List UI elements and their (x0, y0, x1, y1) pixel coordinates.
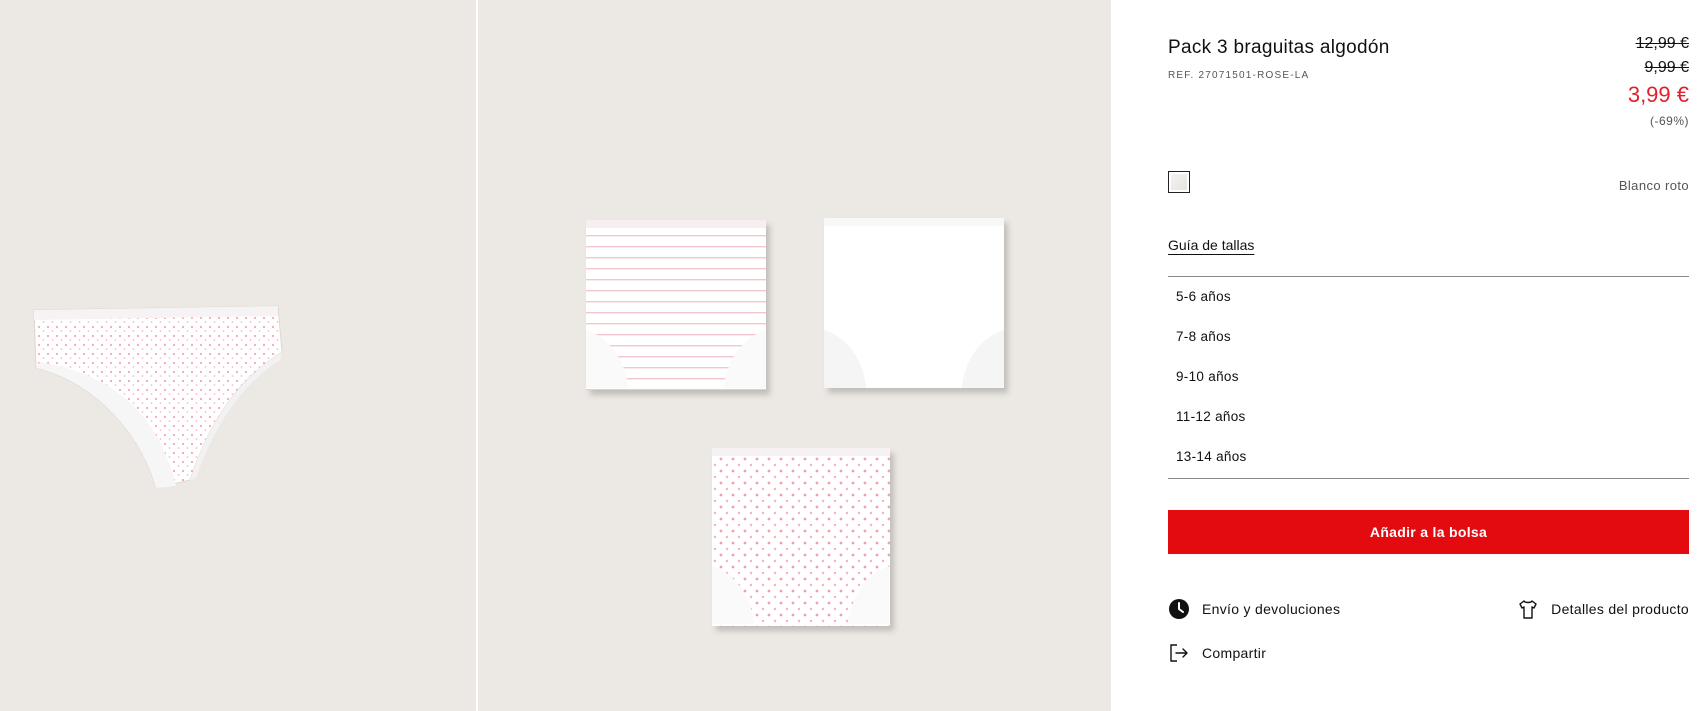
size-option[interactable]: 5-6 años (1168, 277, 1689, 317)
share-link[interactable]: Compartir (1168, 642, 1266, 664)
color-swatch[interactable] (1168, 171, 1190, 193)
share-icon (1168, 642, 1190, 664)
clock-icon (1168, 598, 1190, 620)
original-price: 12,99 € (1635, 35, 1689, 52)
discount-percent: (-69%) (1649, 114, 1689, 128)
size-guide-link[interactable]: Guía de tallas (1168, 237, 1254, 253)
shipping-returns-link[interactable]: Envío y devoluciones (1168, 598, 1340, 620)
sale-price: 3,99 € (1627, 82, 1689, 107)
product-details-label: Detalles del producto (1551, 601, 1689, 617)
shipping-returns-label: Envío y devoluciones (1202, 601, 1341, 617)
product-info-panel: Pack 3 braguitas algodón REF. 27071501-R… (1168, 0, 1689, 711)
size-list: 5-6 años 7-8 años 9-10 años 11-12 años 1… (1168, 276, 1689, 479)
add-to-bag-button[interactable]: Añadir a la bolsa (1168, 510, 1689, 554)
product-title: Pack 3 braguitas algodón (1168, 37, 1390, 58)
product-reference: REF. 27071501-ROSE-LA (1168, 70, 1310, 81)
product-image-1[interactable] (0, 0, 476, 711)
color-swatch-fill (1171, 174, 1187, 190)
product-image-2[interactable] (478, 0, 1111, 711)
size-option[interactable]: 9-10 años (1168, 357, 1689, 397)
share-label: Compartir (1202, 645, 1267, 661)
selected-color-name: Blanco roto (1618, 178, 1689, 193)
tshirt-icon (1517, 598, 1539, 620)
previous-price: 9,99 € (1644, 59, 1689, 76)
size-option[interactable]: 11-12 años (1168, 397, 1689, 437)
size-option[interactable]: 13-14 años (1168, 437, 1689, 477)
size-option[interactable]: 7-8 años (1168, 317, 1689, 357)
product-details-link[interactable]: Detalles del producto (1517, 598, 1689, 620)
